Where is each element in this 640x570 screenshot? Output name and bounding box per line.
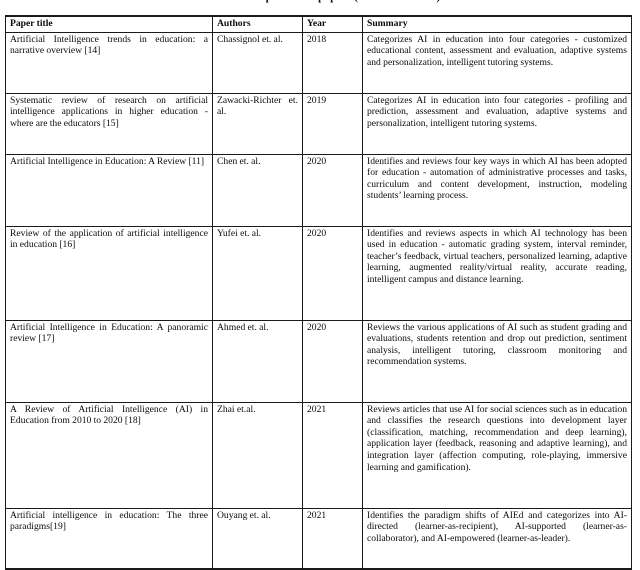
cell-year: 2021 — [302, 507, 363, 570]
cell-authors: Ouyang et. al. — [212, 507, 303, 570]
cell-paper-title: Review of the application of artificial … — [5, 225, 213, 321]
column-header-year: Year — [302, 14, 363, 33]
cell-summary: Categorizes AI in education into four ca… — [362, 31, 632, 94]
column-header-paper-title: Paper title — [5, 14, 213, 33]
cell-paper-title: Artificial Intelligence in Education: A … — [5, 319, 213, 403]
table-header: Paper title Authors Year Summary — [5, 14, 632, 33]
cell-year: 2020 — [302, 319, 363, 403]
table-container: Paper title Authors Year Summary Artific… — [5, 14, 632, 570]
literature-review-table: Paper title Authors Year Summary Artific… — [5, 14, 632, 570]
cell-summary: Identifies and reviews four key ways in … — [362, 153, 632, 227]
column-header-summary: Summary — [362, 14, 632, 33]
table-body: Artificial Intelligence trends in educat… — [5, 31, 632, 570]
table-row: Artificial Intelligence trends in educat… — [5, 31, 632, 94]
cell-authors: Zhai et.al. — [212, 401, 303, 509]
cell-authors: Zawacki-Richter et. al. — [212, 92, 303, 155]
table-row: A Review of Artificial Intelligence (AI)… — [5, 401, 632, 509]
table-caption-strip: Table 1: Comparison of papers (AI in Edu… — [0, 0, 640, 8]
cell-authors: Chen et. al. — [212, 153, 303, 227]
cell-summary: Reviews articles that use AI for social … — [362, 401, 632, 509]
cell-paper-title: Artificial intelligence in education: Th… — [5, 507, 213, 570]
table-row: Artificial Intelligence in Education: A … — [5, 319, 632, 403]
table-row: Artificial Intelligence in Education: A … — [5, 153, 632, 227]
cell-year: 2018 — [302, 31, 363, 94]
cell-paper-title: Artificial Intelligence trends in educat… — [5, 31, 213, 94]
table-row: Review of the application of artificial … — [5, 225, 632, 321]
cell-paper-title: Systematic review of research on artific… — [5, 92, 213, 155]
cell-summary: Identifies and reviews aspects in which … — [362, 225, 632, 321]
cell-authors: Ahmed et. al. — [212, 319, 303, 403]
cell-year: 2021 — [302, 401, 363, 509]
cell-paper-title: Artificial Intelligence in Education: A … — [5, 153, 213, 227]
cell-year: 2020 — [302, 225, 363, 321]
cell-authors: Chassignol et. al. — [212, 31, 303, 94]
cell-paper-title: A Review of Artificial Intelligence (AI)… — [5, 401, 213, 509]
table-caption: Table 1: Comparison of papers (AI in Edu… — [0, 0, 640, 3]
column-header-authors: Authors — [212, 14, 303, 33]
table-header-row: Paper title Authors Year Summary — [5, 14, 632, 33]
table-row: Systematic review of research on artific… — [5, 92, 632, 155]
cell-year: 2020 — [302, 153, 363, 227]
cell-year: 2019 — [302, 92, 363, 155]
cell-summary: Reviews the various applications of AI s… — [362, 319, 632, 403]
table-row: Artificial intelligence in education: Th… — [5, 507, 632, 570]
cell-summary: Identifies the paradigm shifts of AIEd a… — [362, 507, 632, 570]
cell-summary: Categorizes AI in education into four ca… — [362, 92, 632, 155]
cell-authors: Yufei et. al. — [212, 225, 303, 321]
